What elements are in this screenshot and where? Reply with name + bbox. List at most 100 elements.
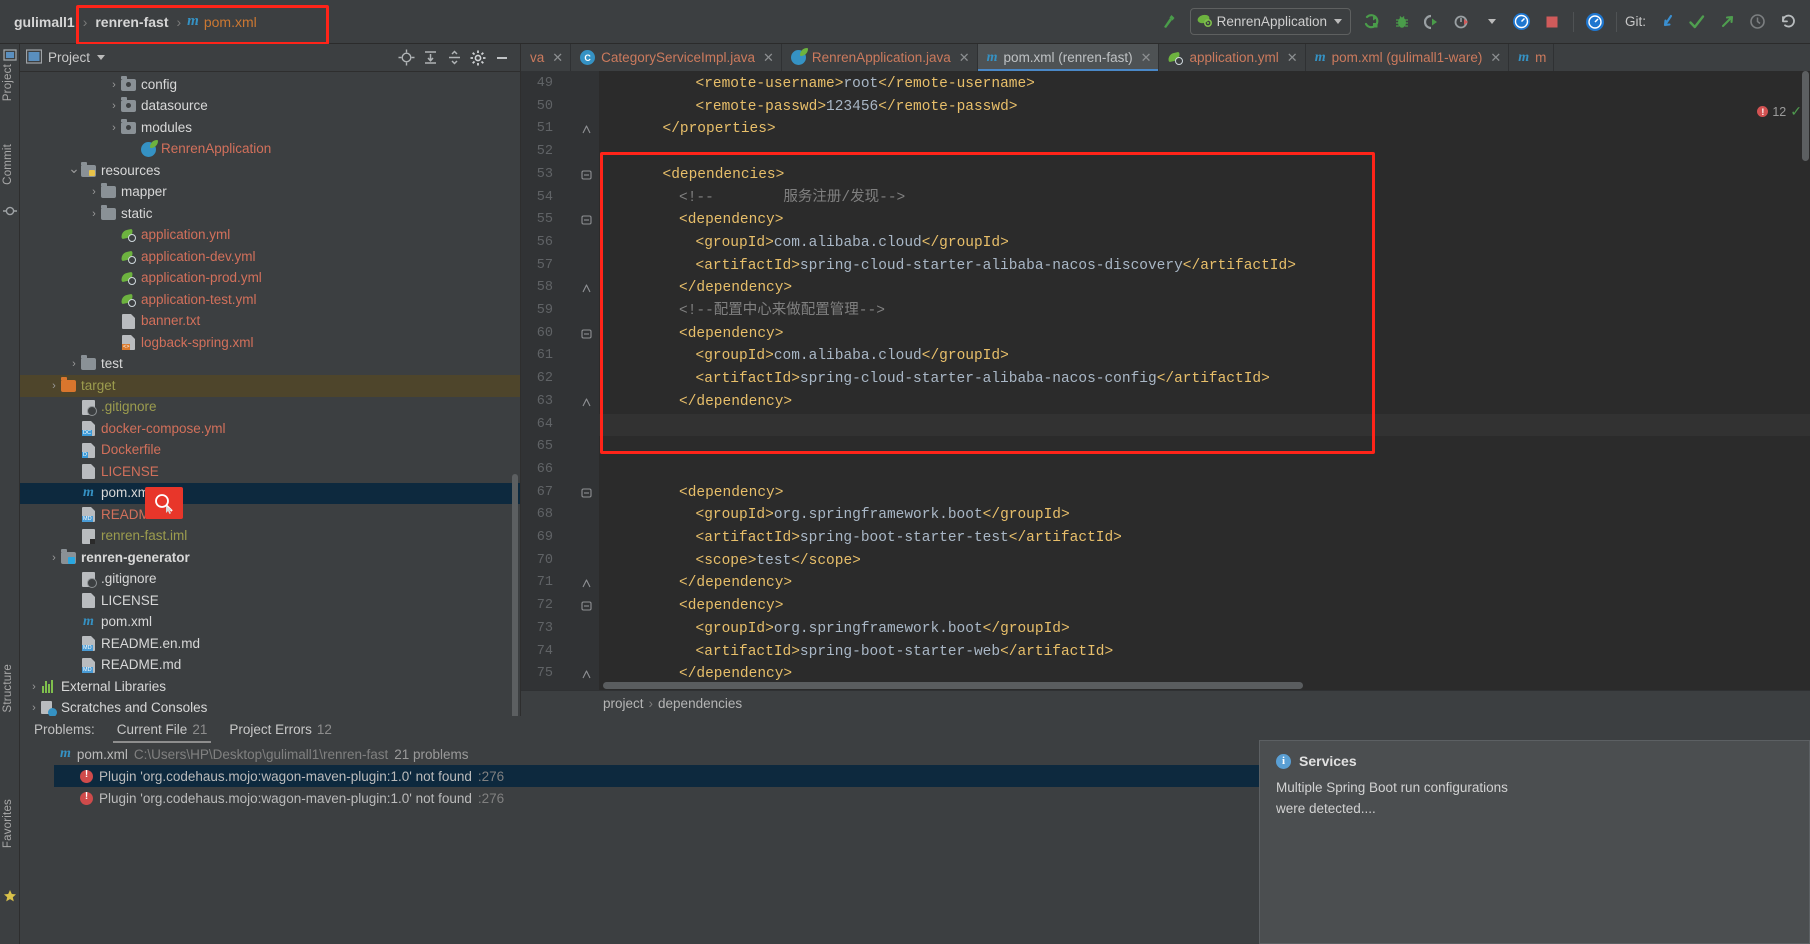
chevron-right-icon[interactable]: › (88, 208, 100, 220)
editor-tab-pom-xml-renren-fast[interactable]: m pom.xml (renren-fast) ✕ (977, 44, 1160, 71)
fold-end-icon[interactable] (581, 124, 592, 135)
problems-tab-project-errors[interactable]: Project Errors 12 (229, 716, 332, 743)
fold-collapse-icon[interactable] (581, 488, 592, 499)
close-tab-icon[interactable]: ✕ (1490, 50, 1501, 66)
profiler-icon[interactable] (1449, 9, 1475, 35)
search-everywhere-icon[interactable] (1582, 9, 1608, 35)
tree-item-external-libraries[interactable]: › External Libraries (20, 676, 520, 698)
stripe-label-favorites[interactable]: Favorites (2, 799, 14, 848)
editor-tab-bar[interactable]: va ✕ C CategoryServiceImpl.java ✕ RenrenAppli… (521, 44, 1810, 71)
fold-end-icon[interactable] (581, 669, 592, 680)
chevron-right-icon[interactable]: › (48, 380, 60, 392)
tree-item-scratches-and-consoles[interactable]: › Scratches and Consoles (20, 698, 520, 716)
git-history-icon[interactable] (1744, 9, 1770, 35)
editor-tab-renrenapplication-java[interactable]: RenrenApplication.java ✕ (782, 44, 978, 71)
tree-item-readme-md[interactable]: MD README.md (20, 655, 520, 677)
tree-item-config[interactable]: › config (20, 74, 520, 96)
profiler-dropdown-icon[interactable] (1479, 9, 1505, 35)
close-tab-icon[interactable]: ✕ (959, 50, 970, 66)
fold-collapse-icon[interactable] (581, 215, 592, 226)
chevron-right-icon[interactable]: › (88, 186, 100, 198)
editor-breadcrumb[interactable]: project › dependencies (521, 690, 1810, 716)
tree-item-target[interactable]: › target (20, 375, 520, 397)
code-text-area[interactable]: <remote-username>root</remote-username> <… (599, 71, 1810, 690)
tree-item-pom-xml[interactable]: m pom.xml (20, 482, 520, 504)
tree-item-banner-txt[interactable]: banner.txt (20, 311, 520, 333)
services-notification-balloon[interactable]: i Services Multiple Spring Boot run conf… (1259, 740, 1810, 944)
build-hammer-icon[interactable] (1156, 9, 1182, 35)
tree-item-renren-fast-iml[interactable]: renren-fast.iml (20, 526, 520, 548)
chevron-right-icon[interactable]: › (108, 100, 120, 112)
close-tab-icon[interactable]: ✕ (1287, 50, 1298, 66)
editor-gutter[interactable]: 49 50 51 52 53 54 55 56 57 58 59 60 61 62 63 64 65 66 67 68… (521, 71, 599, 690)
editor-tab-va[interactable]: va ✕ (521, 44, 572, 71)
stripe-label-structure[interactable]: Structure (2, 664, 14, 712)
tree-item-modules[interactable]: › modules (20, 117, 520, 139)
fold-collapse-icon[interactable] (581, 329, 592, 340)
stripe-label-project[interactable]: Project (2, 64, 14, 101)
tree-item-readme-md[interactable]: MD README.md (20, 504, 520, 526)
expand-all-icon[interactable] (419, 47, 441, 69)
tree-item-application-prod-yml[interactable]: application-prod.yml (20, 268, 520, 290)
chevron-right-icon[interactable]: › (108, 79, 120, 91)
tree-item-license[interactable]: LICENSE (20, 590, 520, 612)
hide-panel-icon[interactable] (491, 47, 513, 69)
inspection-check-icon[interactable]: ✓ (1790, 103, 1802, 120)
tree-item-renrenapplication[interactable]: RenrenApplication (20, 139, 520, 161)
editor-tab-categoryserviceimpl-java[interactable]: C CategoryServiceImpl.java ✕ (571, 44, 782, 71)
chevron-right-icon[interactable]: › (28, 681, 40, 693)
fold-end-icon[interactable] (581, 578, 592, 589)
tree-item-resources[interactable]: ⌄ resources (20, 160, 520, 182)
tree-item-readme-en-md[interactable]: MD README.en.md (20, 633, 520, 655)
run-icon[interactable] (1359, 9, 1385, 35)
project-tree-scrollbar[interactable] (512, 474, 518, 724)
tree-item-mapper[interactable]: › mapper (20, 182, 520, 204)
profile-cpu-icon[interactable] (1509, 9, 1535, 35)
git-rollback-icon[interactable] (1774, 9, 1800, 35)
run-coverage-icon[interactable] (1419, 9, 1445, 35)
fold-collapse-icon[interactable] (581, 601, 592, 612)
fold-end-icon[interactable] (581, 283, 592, 294)
project-tool-icon[interactable] (3, 48, 17, 62)
collapse-all-icon[interactable] (443, 47, 465, 69)
tree-item-dockerfile[interactable]: D Dockerfile (20, 440, 520, 462)
tree-item-gitignore[interactable]: .gitignore (20, 397, 520, 419)
chevron-right-icon[interactable]: › (28, 702, 40, 714)
close-tab-icon[interactable]: ✕ (763, 50, 774, 66)
tree-item-docker-compose-yml[interactable]: DC docker-compose.yml (20, 418, 520, 440)
tree-item-logback-spring-xml[interactable]: <> logback-spring.xml (20, 332, 520, 354)
tree-item-test[interactable]: › test (20, 354, 520, 376)
chevron-right-icon[interactable]: › (48, 552, 60, 564)
editor-tab-pom-xml-gulimall1-ware[interactable]: m pom.xml (gulimall1-ware) ✕ (1306, 44, 1510, 71)
editor-breadcrumb-item[interactable]: dependencies (658, 696, 742, 711)
tree-item-pom-xml[interactable]: m pom.xml (20, 612, 520, 634)
tree-item-renren-generator[interactable]: › renren-generator (20, 547, 520, 569)
git-commit-icon[interactable] (1684, 9, 1710, 35)
problems-tab-bar[interactable]: Problems: Current File 21 Project Errors 12 (20, 716, 1810, 743)
chevron-right-icon[interactable]: › (108, 122, 120, 134)
tree-item-datasource[interactable]: › datasource (20, 96, 520, 118)
close-tab-icon[interactable]: ✕ (552, 50, 563, 66)
stripe-label-commit[interactable]: Commit (2, 144, 14, 185)
breadcrumb-project[interactable]: gulimall1 (12, 14, 77, 30)
project-tree[interactable]: › config › datasource › modules RenrenApplicat… (20, 72, 520, 716)
editor-tab-application-yml[interactable]: application.yml ✕ (1159, 44, 1306, 71)
tree-item-license[interactable]: LICENSE (20, 461, 520, 483)
tree-item-static[interactable]: › static (20, 203, 520, 225)
editor-horizontal-scrollbar[interactable] (603, 682, 1303, 689)
chevron-down-icon[interactable]: ⌄ (68, 160, 80, 177)
editor-tab-m[interactable]: mm (1509, 44, 1555, 71)
breadcrumb-file[interactable]: pom.xml (204, 14, 257, 30)
stop-icon[interactable] (1539, 9, 1565, 35)
code-editor[interactable]: 49 50 51 52 53 54 55 56 57 58 59 60 61 62 63 64 65 66 67 68… (521, 71, 1810, 690)
run-configuration-selector[interactable]: RenrenApplication (1189, 8, 1351, 35)
chevron-right-icon[interactable]: › (68, 358, 80, 370)
inspection-widget[interactable]: ! 12 ✓ (1757, 103, 1802, 120)
project-view-chevron-down-icon[interactable] (97, 55, 106, 60)
git-push-icon[interactable] (1714, 9, 1740, 35)
favorites-star-icon[interactable] (3, 889, 17, 903)
editor-vertical-scrollbar[interactable] (1802, 71, 1809, 161)
locate-icon[interactable] (395, 47, 417, 69)
fold-end-icon[interactable] (581, 397, 592, 408)
tree-item-application-test-yml[interactable]: application-test.yml (20, 289, 520, 311)
